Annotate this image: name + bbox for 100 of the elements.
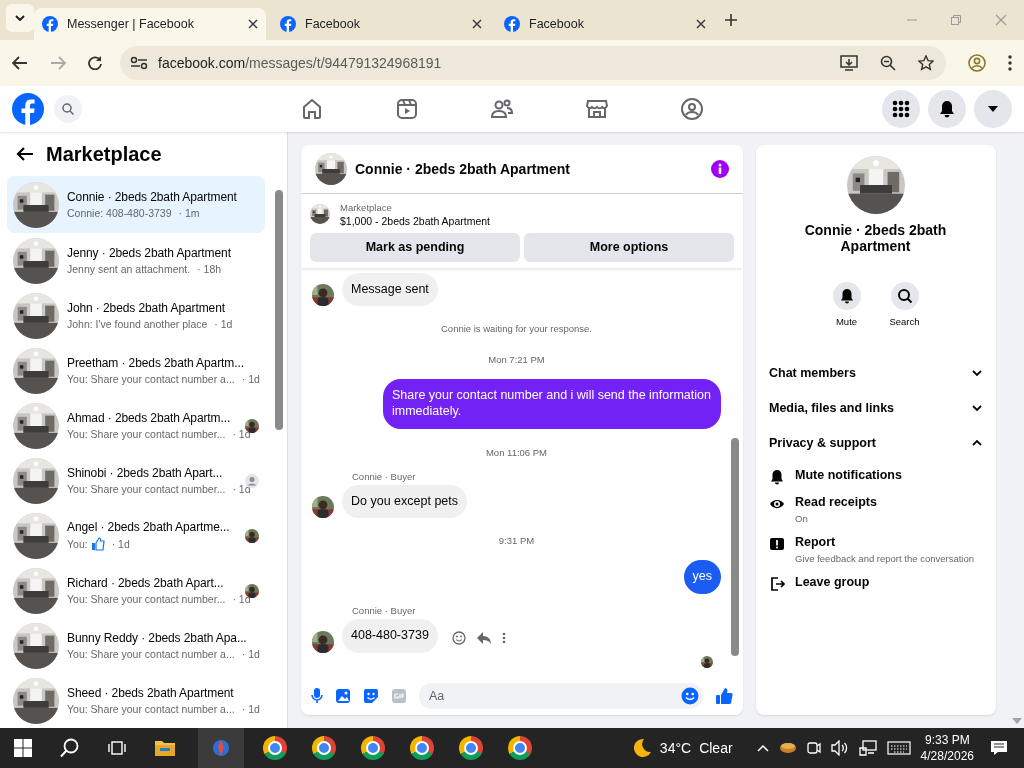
speaker-icon[interactable]	[830, 740, 849, 756]
browser-tab[interactable]: Messenger | Facebook	[34, 8, 266, 40]
microphone-icon[interactable]	[311, 688, 323, 705]
notifications-icon[interactable]	[990, 740, 1008, 756]
section-header[interactable]: Media, files and links	[769, 390, 982, 425]
conversation-name: Preetham · 2beds 2bath Apartm...	[67, 356, 245, 370]
more-icon[interactable]	[501, 631, 506, 644]
message-preview: You: Share your contact number a...	[67, 648, 235, 660]
more-icon[interactable]	[1008, 55, 1012, 71]
store-icon[interactable]	[585, 97, 609, 121]
search-icon	[896, 288, 913, 304]
like-icon[interactable]	[715, 687, 733, 706]
message-bubble: yes	[683, 560, 721, 594]
conversation-item[interactable]: Preetham · 2beds 2bath Apartm... You: Share your contact number a... · 1d	[7, 343, 265, 398]
home-icon[interactable]	[300, 97, 324, 121]
menu-item[interactable]: Leave group	[769, 571, 982, 598]
address-bar[interactable]: facebook.com/messages/t/944791324968191	[120, 46, 946, 80]
active-app-button[interactable]	[198, 728, 244, 768]
browser-icon[interactable]	[508, 736, 532, 760]
tab-search-button[interactable]	[6, 4, 34, 32]
conversation-item[interactable]: Sheed · 2beds 2bath Apartment You: Share your contact number a... · 1d	[7, 673, 265, 728]
account-button[interactable]	[974, 90, 1012, 128]
network-icon[interactable]	[858, 740, 877, 756]
profile-icon[interactable]	[968, 54, 986, 72]
emoji-icon[interactable]	[681, 687, 699, 706]
close-icon[interactable]	[248, 19, 258, 29]
install-icon[interactable]	[840, 55, 858, 71]
section-title: Media, files and links	[769, 400, 895, 415]
menu-item[interactable]: Read receipts On	[769, 491, 982, 531]
like-icon	[90, 537, 105, 551]
bell-icon	[938, 100, 956, 118]
task-view-icon[interactable]	[108, 739, 126, 757]
browser-icon[interactable]	[263, 736, 287, 760]
site-settings-icon[interactable]	[130, 56, 148, 70]
conversation-item[interactable]: Connie · 2beds 2bath Apartment Connie: 408-480-3739 · 1m	[7, 176, 265, 233]
conversation-name: John · 2beds 2bath Apartment	[67, 301, 226, 315]
sticker-icon[interactable]	[363, 688, 379, 705]
timestamp: · 1d	[111, 538, 130, 550]
folder-icon[interactable]	[154, 739, 176, 757]
photo-icon[interactable]	[335, 688, 351, 705]
tray-app-icon[interactable]	[778, 741, 797, 755]
bell-icon	[838, 288, 855, 304]
browser-icon[interactable]	[361, 736, 385, 760]
zoom-icon[interactable]	[880, 55, 896, 71]
conversation-item[interactable]: Angel · 2beds 2bath Apartme... You: · 1d	[7, 508, 265, 563]
listing-title: $1,000 - 2beds 2bath Apartment	[340, 214, 491, 227]
close-icon[interactable]	[696, 19, 706, 29]
conversation-item[interactable]: Jenny · 2beds 2bath Apartment Jenny sent an attachment. · 18h	[7, 233, 265, 288]
chevron-up-icon[interactable]	[756, 744, 769, 752]
browser-icon[interactable]	[410, 736, 434, 760]
action-button[interactable]: Mark as pending	[310, 232, 520, 262]
section-header[interactable]: Chat members	[769, 355, 982, 390]
conversation-name: Richard · 2beds 2bath Apart...	[67, 576, 225, 590]
conversation-name: Ahmad · 2beds 2bath Apartm...	[67, 411, 232, 425]
browser-icon[interactable]	[312, 736, 336, 760]
mute-button[interactable]	[832, 282, 861, 310]
message-preview: You: Share your contact number...	[67, 428, 226, 440]
star-icon[interactable]	[918, 55, 934, 71]
message-field[interactable]: Aa	[419, 683, 703, 710]
browser-tab[interactable]: Facebook	[272, 8, 490, 40]
sender-label: Connie · Buyer	[352, 470, 417, 482]
timestamp: · 1d	[241, 373, 260, 385]
browser-tab[interactable]: Facebook	[496, 8, 714, 40]
report-icon	[769, 536, 785, 552]
section-header[interactable]: Privacy & support	[769, 425, 982, 460]
camera-icon[interactable]	[806, 740, 821, 756]
back-icon[interactable]	[12, 56, 28, 70]
groups-icon[interactable]	[680, 97, 704, 121]
close-icon[interactable]	[472, 19, 482, 29]
action-button[interactable]: More options	[524, 232, 734, 262]
facebook-icon	[504, 16, 520, 32]
caret-icon	[15, 15, 25, 21]
menu-item[interactable]: Mute notifications	[769, 464, 982, 491]
conversation-name: Jenny · 2beds 2bath Apartment	[67, 246, 232, 260]
browser-icon[interactable]	[459, 736, 483, 760]
conversation-name: Bunny Reddy · 2beds 2bath Apa...	[67, 631, 248, 645]
message-bubble: Do you except pets	[342, 484, 467, 519]
reply-icon[interactable]	[475, 630, 492, 645]
menu-button[interactable]	[882, 90, 920, 128]
back-arrow-icon[interactable]	[16, 147, 34, 161]
info-icon[interactable]	[711, 159, 729, 178]
keyboard-icon[interactable]	[886, 741, 911, 755]
video-icon[interactable]	[395, 97, 419, 121]
facebook-logo[interactable]	[12, 93, 44, 125]
search-button[interactable]	[890, 282, 919, 310]
notifications-button[interactable]	[928, 90, 966, 128]
windows-logo[interactable]	[14, 739, 32, 757]
friends-icon[interactable]	[490, 97, 514, 121]
conversation-item[interactable]: Bunny Reddy · 2beds 2bath Apa... You: Share your contact number a... · 1d	[7, 618, 265, 673]
sender-label: Connie · Buyer	[352, 604, 417, 616]
clock-time: 9:33 PM	[923, 732, 971, 748]
new-tab-icon[interactable]	[724, 13, 738, 27]
conversation-item[interactable]: John · 2beds 2bath Apartment John: I've found another place · 1d	[7, 288, 265, 343]
menu-item[interactable]: Report Give feedback and report the conversation	[769, 531, 982, 571]
search-icon[interactable]	[60, 738, 80, 758]
message-timestamp: Mon 11:06 PM	[485, 446, 548, 458]
app-icon	[212, 737, 230, 759]
reload-icon[interactable]	[88, 56, 102, 70]
smiley-icon[interactable]	[451, 630, 466, 645]
message-timestamp: Mon 7:21 PM	[488, 354, 545, 366]
